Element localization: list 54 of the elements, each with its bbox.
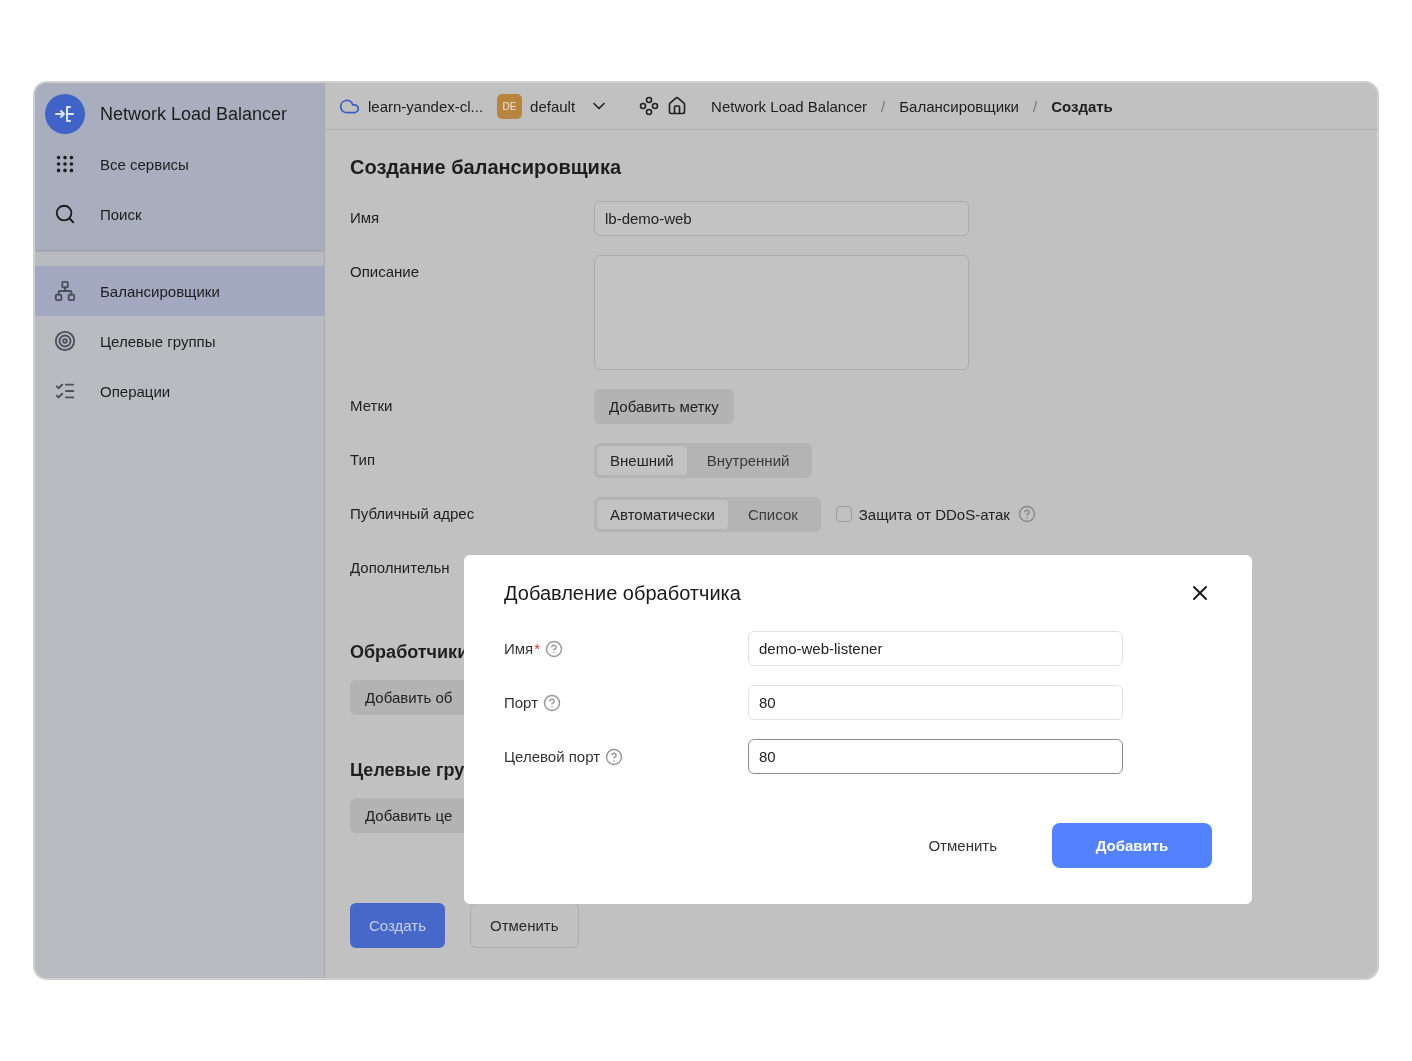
segment-option[interactable]: Список [733, 500, 812, 529]
help-icon[interactable] [543, 693, 561, 712]
section-title: Целевые гру [350, 760, 465, 781]
service-title: Network Load Balancer [100, 103, 288, 125]
help-icon[interactable] [1017, 505, 1036, 523]
checkbox-label: Защита от DDoS-атак [858, 505, 1010, 523]
segment-option[interactable]: Внешний [597, 446, 687, 475]
add-button[interactable]: Добавить це [350, 798, 465, 833]
input-field[interactable]: demo-web-listener [748, 631, 1123, 666]
breadcrumb[interactable]: Создать [1051, 97, 1113, 115]
input-field[interactable]: 80 [748, 739, 1123, 774]
required-mark: * [534, 639, 541, 657]
sidebar-item[interactable]: Все сервисы [35, 139, 324, 189]
field-label: Публичный адрес [350, 504, 476, 524]
input-field[interactable]: lb-demo-web [594, 201, 969, 236]
field-label: Тип [350, 450, 376, 470]
cancel-button[interactable]: Отменить [913, 823, 1012, 868]
segment-option[interactable]: Внутренний [692, 446, 804, 475]
hierarchy-icon [54, 280, 76, 302]
segment-option[interactable]: Автоматически [597, 500, 728, 529]
field-label: Дополнительн [350, 558, 451, 578]
field-label: Имя [504, 640, 534, 657]
field-label: Имя [350, 208, 381, 228]
breadcrumb-separator: / [1032, 97, 1038, 115]
field-label: Целевой порт [504, 748, 601, 765]
field-label: Описание [350, 262, 421, 282]
nodes-icon[interactable] [639, 96, 660, 116]
breadcrumb-separator: / [881, 97, 886, 115]
nav-item[interactable]: Целевые группы [35, 316, 324, 366]
add-label-button[interactable]: Добавить метку [594, 389, 734, 424]
field-label: Метки [350, 396, 394, 416]
home-icon[interactable] [667, 96, 688, 116]
nav-item[interactable]: Операции [35, 366, 324, 416]
folder-badge: DE [497, 93, 523, 119]
cloud-name[interactable]: learn-yandex-cl... [368, 97, 484, 115]
input-field[interactable]: 80 [748, 685, 1123, 720]
nav-item[interactable]: Балансировщики [35, 266, 324, 316]
help-icon[interactable] [605, 747, 624, 766]
logo-icon [45, 94, 85, 134]
folder-name[interactable]: default [530, 97, 576, 115]
add-button[interactable]: Добавить [1052, 823, 1212, 868]
checkbox[interactable] [835, 506, 852, 522]
help-icon[interactable] [545, 639, 564, 658]
breadcrumb[interactable]: Network Load Balancer [711, 97, 868, 115]
sidebar-item[interactable]: Поиск [35, 189, 324, 239]
dialog-title: Добавление обработчика [504, 581, 741, 605]
grid-icon [54, 153, 76, 175]
breadcrumb[interactable]: Балансировщики [899, 97, 1019, 115]
search-icon [54, 203, 76, 225]
target-icon [54, 330, 76, 352]
section-title: Обработчики [350, 642, 469, 663]
page-title: Создание балансировщика [350, 156, 623, 179]
add-button[interactable]: Добавить об [350, 680, 465, 715]
field-label: Порт [504, 694, 538, 711]
